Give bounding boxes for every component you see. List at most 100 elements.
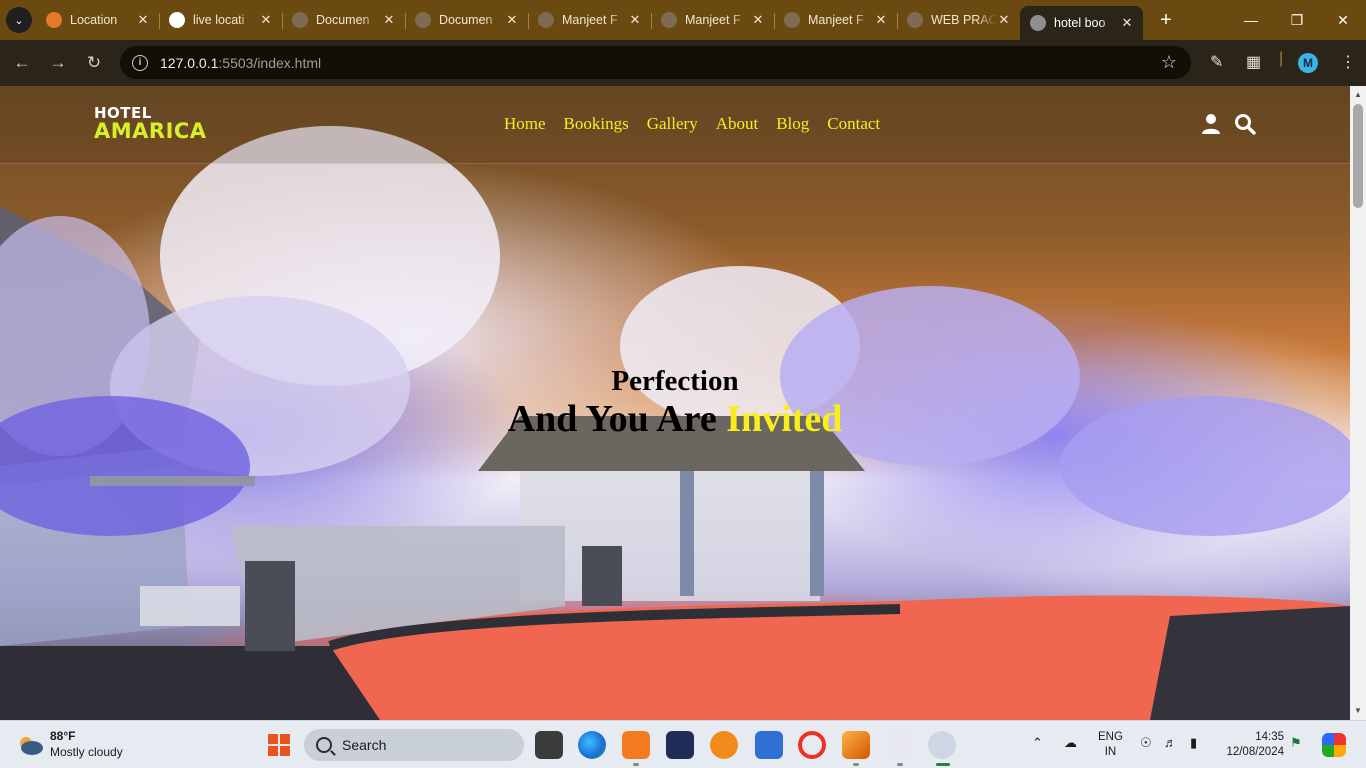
back-icon[interactable]: ← <box>4 53 40 73</box>
tab-close-icon[interactable]: ✕ <box>750 12 766 28</box>
tab-favicon-icon <box>907 12 923 28</box>
chrome-icon[interactable] <box>928 731 956 759</box>
tab-close-icon[interactable]: ✕ <box>258 12 274 28</box>
browser-menu-icon[interactable]: ⋮ <box>1340 52 1356 72</box>
tab-close-icon[interactable]: ✕ <box>873 12 889 28</box>
tab-close-icon[interactable]: ✕ <box>627 12 643 28</box>
menu-item-bookings[interactable]: Bookings <box>564 114 629 134</box>
volume-icon[interactable]: ♬ <box>1164 735 1177 750</box>
scroll-down-icon[interactable]: ▼ <box>1350 704 1366 718</box>
browser-tab[interactable]: Documen ✕ <box>282 4 405 36</box>
browser-tab[interactable]: live locati ✕ <box>159 4 282 36</box>
network-icon[interactable]: ☉ <box>1140 735 1152 751</box>
mdp-app-icon[interactable] <box>622 731 650 759</box>
menu-item-blog[interactable]: Blog <box>776 114 809 134</box>
browser-tab[interactable]: hotel boo ✕ <box>1020 6 1143 40</box>
help-app-icon[interactable] <box>710 731 738 759</box>
toolbar-divider: | <box>1279 50 1284 67</box>
pen-icon[interactable]: ✎ <box>1210 52 1223 72</box>
running-indicator <box>853 763 859 766</box>
tab-label: live locati <box>193 13 245 27</box>
browser-tab[interactable]: Manjeet F ✕ <box>774 4 897 36</box>
onedrive-icon[interactable]: ☁ <box>1064 735 1077 751</box>
os-taskbar: 88°F Mostly cloudy Search ⌃ ☁ ENG IN ☉ ♬… <box>0 720 1366 768</box>
extensions-icon[interactable]: ▦ <box>1246 52 1261 72</box>
forward-icon[interactable]: → <box>40 53 76 73</box>
weather-cloud-icon[interactable] <box>16 733 44 757</box>
windows-start-icon[interactable] <box>268 734 290 756</box>
hero-subtitle-highlight: Invited <box>726 398 843 440</box>
task-view-icon[interactable] <box>535 731 563 759</box>
scroll-up-icon[interactable]: ▲ <box>1350 88 1366 102</box>
active-indicator <box>936 763 950 766</box>
page-viewport: HOTEL AMARICA Home Bookings Gallery About Bl… <box>0 86 1350 720</box>
browser-toolbar: ← → ↻ i 127.0.0.1:5503/index.html ☆ <box>0 40 1366 86</box>
menu-item-contact[interactable]: Contact <box>827 114 880 134</box>
tab-close-icon[interactable]: ✕ <box>996 12 1012 28</box>
minimize-icon[interactable]: — <box>1228 0 1274 40</box>
weather-description[interactable]: Mostly cloudy <box>50 745 123 759</box>
vscode-icon[interactable] <box>886 731 914 759</box>
search-icon[interactable] <box>1234 113 1256 135</box>
weather-temperature[interactable]: 88°F <box>50 729 75 743</box>
hero-subtitle: And You Are Invited <box>0 398 1350 440</box>
menu-item-gallery[interactable]: Gallery <box>647 114 698 134</box>
hero-subtitle-plain: And You Are <box>507 398 727 440</box>
bookmark-star-icon[interactable]: ☆ <box>1161 52 1177 73</box>
running-indicator <box>897 763 903 766</box>
language-indicator[interactable]: ENG IN <box>1098 730 1123 760</box>
clock-date: 12/08/2024 <box>1226 746 1284 758</box>
browser-tab[interactable]: Manjeet F ✕ <box>651 4 774 36</box>
site-info-icon[interactable]: i <box>132 54 148 71</box>
tab-favicon-icon <box>292 12 308 28</box>
page-scrollbar[interactable]: ▲ ▼ <box>1350 86 1366 720</box>
restore-icon[interactable]: ❐ <box>1274 0 1320 40</box>
running-indicator <box>633 763 639 766</box>
system-clock[interactable]: 14:35 12/08/2024 <box>1220 730 1284 760</box>
menu-item-about[interactable]: About <box>716 114 759 134</box>
user-icon[interactable] <box>1201 113 1221 135</box>
taskbar-search-icon <box>316 737 332 753</box>
tab-favicon-icon <box>169 12 185 28</box>
tab-close-icon[interactable]: ✕ <box>135 12 151 28</box>
hero-title: Perfection <box>611 365 739 397</box>
tab-close-icon[interactable]: ✕ <box>1119 15 1135 31</box>
opera-icon[interactable] <box>798 731 826 759</box>
tab-label: Documen <box>439 13 493 27</box>
scroll-thumb[interactable] <box>1353 104 1363 208</box>
site-logo[interactable]: HOTEL AMARICA <box>94 106 207 142</box>
photos-app-icon[interactable] <box>842 731 870 759</box>
tab-close-icon[interactable]: ✕ <box>381 12 397 28</box>
store-icon[interactable] <box>666 731 694 759</box>
copilot-icon[interactable] <box>1322 733 1346 757</box>
hero-text: Perfection And You Are Invited <box>0 364 1350 440</box>
tab-label: Location <box>70 13 118 27</box>
taskbar-search-label: Search <box>342 737 387 753</box>
tab-close-icon[interactable]: ✕ <box>504 12 520 28</box>
taskbar-search[interactable]: Search <box>304 729 524 761</box>
profile-avatar[interactable]: M <box>1298 53 1318 73</box>
reload-icon[interactable]: ↻ <box>76 53 112 73</box>
notification-bell-icon[interactable]: ⚑ <box>1290 735 1302 751</box>
site-menu: Home Bookings Gallery About Blog Contact <box>504 114 880 134</box>
file-explorer-icon[interactable] <box>755 731 783 759</box>
battery-icon[interactable]: ▮ <box>1190 735 1197 751</box>
browser-tab[interactable]: Manjeet F ✕ <box>528 4 651 36</box>
tab-favicon-icon <box>538 12 554 28</box>
clock-time: 14:35 <box>1255 731 1284 743</box>
browser-tab[interactable]: Location ✕ <box>36 4 159 36</box>
tab-label: Manjeet F <box>562 13 618 27</box>
new-tab-button[interactable]: + <box>1151 9 1181 32</box>
browser-tab[interactable]: WEB PRAC ✕ <box>897 4 1020 36</box>
tab-label: WEB PRAC <box>931 13 996 27</box>
menu-item-home[interactable]: Home <box>504 114 546 134</box>
tab-favicon-icon <box>1030 15 1046 31</box>
browser-tab[interactable]: Documen ✕ <box>405 4 528 36</box>
edge-icon[interactable] <box>578 731 606 759</box>
tray-chevron-icon[interactable]: ⌃ <box>1032 735 1043 751</box>
tab-label: Manjeet F <box>808 13 864 27</box>
close-window-icon[interactable]: ✕ <box>1320 0 1366 40</box>
url-host: 127.0.0.1 <box>160 54 219 71</box>
address-bar[interactable]: i 127.0.0.1:5503/index.html ☆ <box>120 46 1191 79</box>
tab-search-icon[interactable]: ⌄ <box>6 7 32 33</box>
